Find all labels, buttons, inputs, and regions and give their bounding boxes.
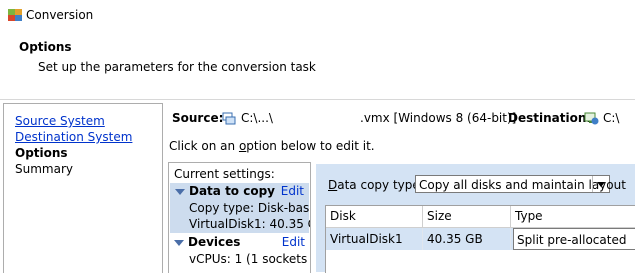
- collapse-triangle-icon[interactable]: [174, 239, 184, 246]
- table-row[interactable]: VirtualDisk1 40.35 GB Split pre-allocate…: [326, 228, 635, 250]
- window-title: Conversion: [26, 8, 94, 22]
- virtual-machine-icon: [222, 112, 236, 125]
- disk-table: Disk Size Type VirtualDisk1 40.35 GB Spl…: [325, 205, 635, 273]
- nav-item-destination-system[interactable]: Destination System: [15, 130, 132, 144]
- copy-type-line: Copy type: Disk-based: [189, 201, 311, 215]
- destination-label: Destination:: [508, 111, 592, 125]
- dropdown-arrow-icon[interactable]: [592, 176, 609, 192]
- destination-path: C:\: [603, 111, 620, 125]
- virtual-disk-line: VirtualDisk1: 40.35 GB: [189, 217, 310, 231]
- vmware-converter-icon: [8, 9, 22, 21]
- settings-section-data-to-copy[interactable]: Data to copy Edit Copy type: Disk-based …: [170, 183, 311, 233]
- wizard-step-nav: Source System Destination System Options…: [3, 103, 163, 273]
- page-subtitle: Set up the parameters for the conversion…: [38, 60, 316, 74]
- destination-host-icon: [584, 112, 599, 125]
- source-label: Source:: [172, 111, 224, 125]
- header-divider: [0, 99, 635, 100]
- edit-data-to-copy-link[interactable]: Edit: [281, 184, 304, 198]
- data-copy-type-label: Data copy type:: [328, 178, 424, 192]
- cell-type-editor[interactable]: Split pre-allocated: [513, 228, 635, 250]
- cell-disk: VirtualDisk1: [326, 228, 423, 250]
- page-title: Options: [19, 40, 72, 54]
- column-header-type[interactable]: Type: [511, 206, 635, 228]
- data-to-copy-panel: Data copy type: Copy all disks and maint…: [316, 164, 635, 273]
- collapse-triangle-icon[interactable]: [175, 188, 185, 195]
- data-copy-type-select[interactable]: Copy all disks and maintain layout: [415, 175, 626, 193]
- nav-item-source-system[interactable]: Source System: [15, 114, 105, 128]
- nav-item-summary: Summary: [15, 162, 73, 176]
- source-path-start: C:\...\: [241, 111, 273, 125]
- source-path-end: .vmx [Windows 8 (64-bit)]: [360, 111, 517, 125]
- current-settings-list[interactable]: Current settings: Data to copy Edit Copy…: [168, 162, 311, 273]
- nav-item-options: Options: [15, 146, 68, 160]
- column-header-disk[interactable]: Disk: [326, 206, 423, 228]
- instruction-text: Click on an option below to edit it.: [169, 139, 375, 153]
- section-header-devices[interactable]: Devices: [174, 235, 240, 249]
- vcpus-line: vCPUs: 1 (1 sockets ...: [189, 252, 311, 266]
- cell-size: 40.35 GB: [423, 228, 511, 250]
- section-header-data-to-copy[interactable]: Data to copy: [175, 184, 275, 198]
- edit-devices-link[interactable]: Edit: [282, 235, 305, 249]
- current-settings-title: Current settings:: [174, 167, 275, 181]
- column-header-size[interactable]: Size: [423, 206, 511, 228]
- window-titlebar: Conversion: [0, 0, 635, 30]
